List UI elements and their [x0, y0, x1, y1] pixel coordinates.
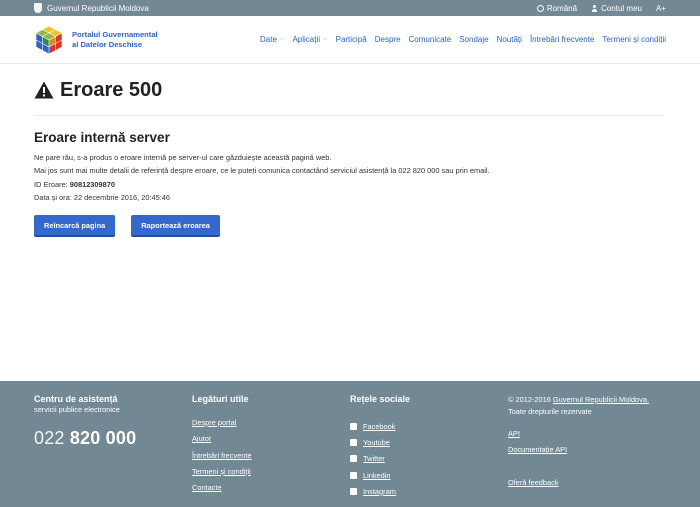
footer-copyright: © 2012-2016 Guvernul Republicii Moldova.… [508, 394, 666, 507]
support-subtitle: servicii publice electronice [34, 405, 120, 414]
copyright: © 2012-2016 Guvernul Republicii Moldova.… [508, 395, 650, 416]
warning-icon [34, 81, 54, 99]
error-id-value: 90812309870 [69, 179, 115, 189]
user-icon [591, 4, 598, 12]
social-link-instagram[interactable]: Instagram [350, 483, 508, 499]
globe-icon [536, 4, 544, 12]
feedback-link[interactable]: Oferă feedback [508, 478, 666, 494]
footer-link-ajutor[interactable]: Ajutor [192, 434, 350, 450]
links-title: Legături utile [192, 394, 249, 404]
account-link[interactable]: Contul meu [591, 4, 642, 13]
divider [34, 115, 664, 116]
nav-item-intrebari[interactable]: Întrebări frecvente [530, 35, 594, 44]
datetime-row: Data și ora: 22 decembrie 2016, 20:45:46 [34, 192, 171, 202]
site-logo-link[interactable]: Portalul Guvernamental al Datelor Deschi… [34, 25, 162, 55]
footer-social: Rețele sociale Facebook Youtube Twitter … [350, 394, 508, 507]
twitter-icon [350, 455, 357, 463]
font-size-button[interactable]: A+ [656, 4, 666, 13]
error-line-1: Ne pare rău, s-a produs o eroare internă… [34, 153, 332, 162]
api-docs-link[interactable]: Documentație API [508, 445, 666, 461]
error-line-2: Mai jos sunt mai multe detalii de referi… [34, 166, 490, 176]
nav-item-noutati[interactable]: Noutăți [497, 35, 522, 44]
social-title: Rețele sociale [350, 394, 411, 404]
report-error-button[interactable]: Raportează eroarea [131, 215, 220, 238]
footer-link-despre-portal[interactable]: Despre portal [192, 418, 350, 434]
linkedin-icon [350, 471, 357, 479]
error-id-row: ID Eroare: 90812309870 [34, 179, 115, 189]
page-title: Eroare 500 [34, 79, 666, 101]
account-label: Contul meu [601, 3, 642, 13]
chevron-down-icon: ⌵ [323, 36, 328, 42]
support-title: Centru de asistență [34, 394, 118, 404]
nav-item-despre[interactable]: Despre [375, 35, 401, 44]
social-link-twitter[interactable]: Twitter [350, 451, 508, 467]
rubik-cube-logo-icon [35, 25, 63, 54]
language-label: Română [546, 3, 578, 13]
language-selector[interactable]: Română [536, 3, 578, 13]
footer-link-intrebari[interactable]: Întrebări frecvente [192, 451, 350, 467]
top-bar: Guvernul Republicii Moldova Română Contu… [0, 0, 700, 16]
footer-links: Legături utile Despre portal Ajutor Într… [192, 394, 350, 507]
footer-link-termeni[interactable]: Termeni și condiții [192, 467, 350, 483]
copyright-gov-link[interactable]: Guvernul Republicii Moldova. [553, 395, 649, 404]
nav-item-date[interactable]: Date ⌵ [260, 35, 284, 44]
site-header: Portalul Guvernamental al Datelor Deschi… [0, 16, 700, 64]
chevron-down-icon: ⌵ [279, 36, 285, 42]
social-link-linkedin[interactable]: Linkedin [350, 467, 508, 483]
nav-item-aplicatii[interactable]: Aplicații ⌵ [292, 35, 327, 44]
youtube-icon [350, 438, 357, 446]
instagram-icon [350, 487, 357, 495]
api-link[interactable]: API [508, 429, 666, 445]
main-content: Eroare 500 Eroare internă server Ne pare… [0, 79, 700, 238]
error-subtitle: Eroare internă server [34, 130, 170, 145]
gov-label: Guvernul Republicii Moldova [47, 3, 149, 13]
site-footer: Centru de asistență servicii publice ele… [0, 381, 700, 507]
site-name: Portalul Guvernamental al Datelor Deschi… [72, 29, 158, 49]
nav-item-sondaje[interactable]: Sondaje [459, 35, 488, 44]
nav-item-termeni[interactable]: Termeni și condiții [602, 35, 666, 44]
social-link-facebook[interactable]: Facebook [350, 418, 508, 434]
social-link-youtube[interactable]: Youtube [350, 434, 508, 450]
datetime-value: 22 decembrie 2016, 20:45:46 [73, 192, 171, 202]
nav-item-participa[interactable]: Participă [336, 35, 367, 44]
facebook-icon [350, 422, 357, 430]
reload-page-button[interactable]: Reîncarcă pagina [34, 215, 116, 238]
support-phone[interactable]: 022 820 000 [34, 428, 192, 449]
main-nav: Date ⌵ Aplicații ⌵ Participă Despre Comuni… [260, 35, 666, 44]
nav-item-comunicate[interactable]: Comunicate [409, 35, 452, 44]
gov-link[interactable]: Guvernul Republicii Moldova [34, 3, 149, 13]
error-message: Ne pare rău, s-a produs o eroare internă… [34, 151, 666, 204]
footer-support: Centru de asistență servicii publice ele… [34, 394, 192, 507]
footer-link-contacte[interactable]: Contacte [192, 483, 350, 499]
crest-icon [34, 3, 42, 13]
